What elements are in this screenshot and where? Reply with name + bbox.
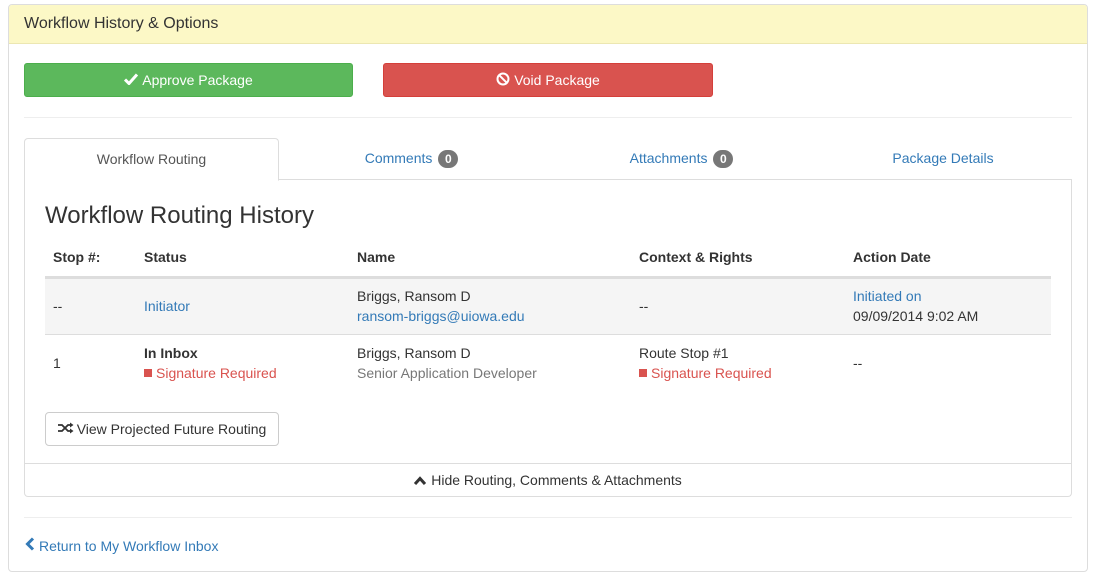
void-label: Void Package bbox=[514, 72, 600, 88]
column-header: Status bbox=[136, 239, 349, 279]
column-header: Name bbox=[349, 239, 631, 279]
name-text: Briggs, Ransom D bbox=[357, 344, 471, 361]
column-header: Action Date bbox=[845, 239, 1051, 279]
square-icon bbox=[639, 368, 647, 377]
hide-routing-label: Hide Routing, Comments & Attachments bbox=[431, 472, 682, 488]
initiated-on-link[interactable]: Initiated on bbox=[853, 288, 922, 304]
divider bbox=[24, 517, 1072, 518]
return-label: Return to My Workflow Inbox bbox=[39, 537, 219, 554]
routing-table: Stop #: Status Name Context & Rights Act… bbox=[45, 239, 1051, 391]
workflow-panel: Workflow History & Options Approve Packa… bbox=[8, 4, 1088, 572]
panel-title: Workflow History & Options bbox=[9, 5, 1087, 44]
tab-workflow-routing[interactable]: Workflow Routing bbox=[24, 138, 279, 181]
comments-count-badge: 0 bbox=[438, 150, 459, 169]
context-text: Route Stop #1 bbox=[639, 344, 729, 361]
status-text: In Inbox bbox=[144, 344, 198, 361]
signature-required-label: Signature Required bbox=[156, 364, 277, 381]
job-title: Senior Application Developer bbox=[357, 364, 537, 381]
routing-tab-content: Workflow Routing History Stop #: Status … bbox=[24, 180, 1072, 497]
section-title: Workflow Routing History bbox=[45, 202, 314, 229]
approve-label: Approve Package bbox=[142, 72, 253, 88]
random-icon bbox=[57, 421, 77, 437]
divider bbox=[24, 117, 1072, 118]
approve-package-button[interactable]: Approve Package bbox=[24, 63, 353, 97]
tab-label: Comments bbox=[364, 150, 433, 166]
tab-label: Workflow Routing bbox=[96, 151, 207, 167]
attachments-count-badge: 0 bbox=[713, 150, 734, 169]
table-row: 1 In Inbox Signature Required Briggs, Ra… bbox=[45, 334, 1051, 391]
future-routing-label: View Projected Future Routing bbox=[76, 421, 267, 437]
square-icon bbox=[144, 368, 152, 377]
tab-label: Package Details bbox=[892, 150, 994, 166]
action-cell: -- bbox=[853, 354, 863, 371]
tab-label: Attachments bbox=[629, 150, 708, 166]
table-row: -- Initiator Briggs, Ransom D ransom-bri… bbox=[45, 277, 1051, 335]
email-link[interactable]: ransom-briggs@uiowa.edu bbox=[357, 308, 525, 324]
check-icon bbox=[124, 72, 142, 88]
column-header: Stop #: bbox=[45, 239, 136, 279]
view-future-routing-button[interactable]: View Projected Future Routing bbox=[45, 412, 279, 446]
name-text: Briggs, Ransom D bbox=[357, 288, 471, 304]
stop-cell: -- bbox=[45, 277, 136, 335]
chevron-left-icon bbox=[25, 537, 39, 554]
action-date: 09/09/2014 9:02 AM bbox=[853, 308, 979, 324]
tab-bar: Workflow Routing Comments 0 Attachments … bbox=[24, 138, 1072, 181]
return-to-inbox-link[interactable]: Return to My Workflow Inbox bbox=[25, 537, 218, 554]
tab-attachments[interactable]: Attachments 0 bbox=[549, 138, 814, 180]
chevron-up-icon bbox=[414, 472, 431, 488]
column-header: Context & Rights bbox=[631, 239, 845, 279]
tab-comments[interactable]: Comments 0 bbox=[279, 138, 544, 180]
tab-package-details[interactable]: Package Details bbox=[814, 138, 1072, 180]
void-package-button[interactable]: Void Package bbox=[383, 63, 713, 97]
signature-required-label: Signature Required bbox=[651, 364, 772, 381]
context-cell: -- bbox=[631, 277, 845, 335]
initiator-link[interactable]: Initiator bbox=[144, 298, 190, 314]
stop-cell: 1 bbox=[53, 354, 61, 371]
hide-routing-toggle[interactable]: Hide Routing, Comments & Attachments bbox=[25, 463, 1071, 496]
ban-icon bbox=[496, 72, 514, 89]
